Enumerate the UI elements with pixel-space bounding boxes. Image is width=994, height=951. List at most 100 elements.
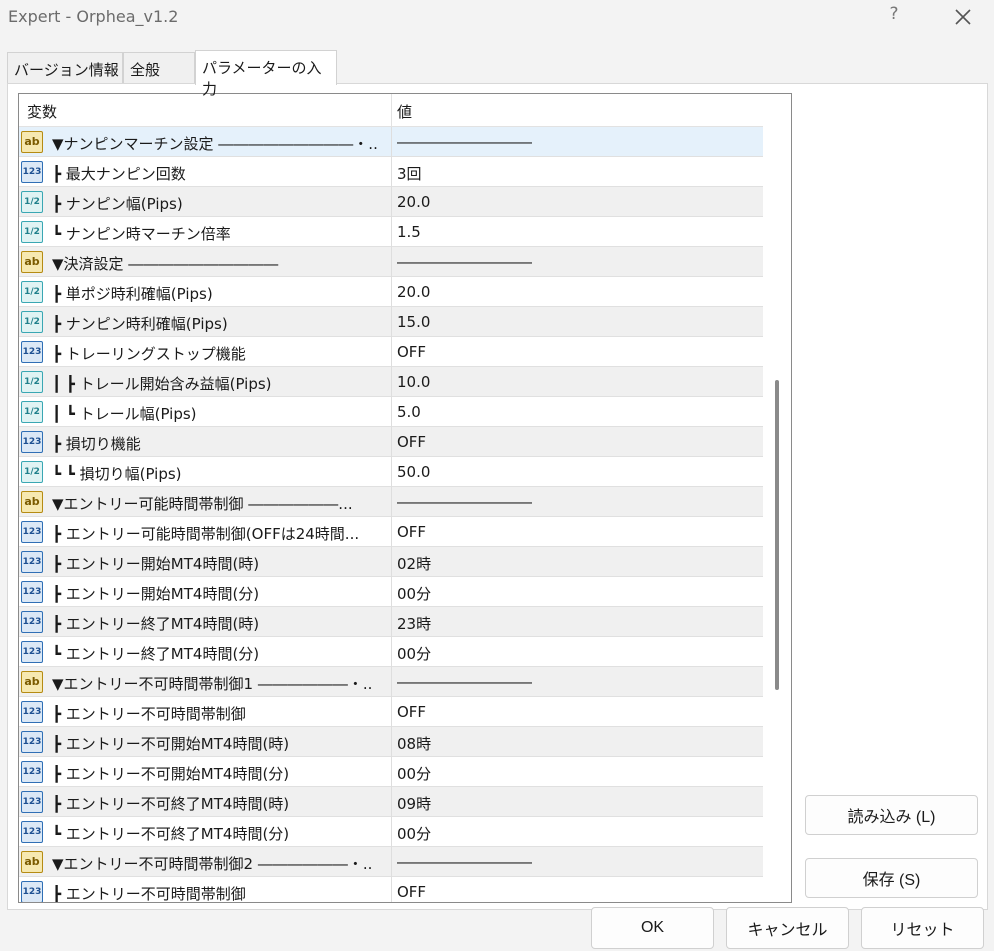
integer-icon: 123 [21, 761, 43, 783]
cell-divider [391, 727, 392, 757]
parameter-value[interactable]: OFF [397, 703, 426, 721]
load-button[interactable]: 読み込み (L) [805, 795, 978, 835]
parameter-name: ┣ エントリー開始MT4時間(分) [52, 585, 260, 603]
table-row[interactable]: ab ▼エントリー可能時間帯制御 ――――――... ――――――――― [19, 487, 763, 517]
save-button[interactable]: 保存 (S) [805, 858, 978, 898]
tab-input-parameters[interactable]: パラメーターの入力 [195, 50, 337, 98]
parameter-value[interactable]: 00分 [397, 823, 431, 844]
column-header-variable[interactable]: 変数 [27, 101, 57, 122]
tab-general[interactable]: 全般 [123, 52, 195, 84]
integer-icon: 123 [21, 581, 43, 603]
table-row[interactable]: 1/2 ┃ ┗ トレール幅(Pips) 5.0 [19, 397, 763, 427]
close-icon[interactable] [948, 2, 978, 32]
parameter-value[interactable]: 00分 [397, 583, 431, 604]
parameter-value[interactable]: 20.0 [397, 193, 430, 211]
window-title: Expert - Orphea_v1.2 [8, 7, 179, 26]
ok-button[interactable]: OK [591, 907, 714, 949]
parameter-value[interactable]: OFF [397, 523, 426, 541]
column-separator[interactable] [391, 94, 392, 127]
cell-divider [391, 817, 392, 847]
parameter-value[interactable]: 00分 [397, 643, 431, 664]
integer-icon: 123 [21, 161, 43, 183]
parameter-value[interactable]: 08時 [397, 733, 431, 754]
table-row[interactable]: 123 ┣ エントリー開始MT4時間(分) 00分 [19, 577, 763, 607]
table-row[interactable]: 123 ┣ エントリー開始MT4時間(時) 02時 [19, 547, 763, 577]
parameter-name: ┃ ┣ トレール開始含み益幅(Pips) [52, 375, 272, 393]
integer-icon: 123 [21, 551, 43, 573]
column-header-value[interactable]: 値 [397, 101, 412, 122]
cell-divider [391, 487, 392, 517]
table-row[interactable]: 1/2 ┣ ナンピン幅(Pips) 20.0 [19, 187, 763, 217]
parameter-name: ┗ ナンピン時マーチン倍率 [52, 225, 231, 243]
grid-header: 変数 値 [19, 94, 763, 127]
parameter-value[interactable]: ――――――――― [397, 853, 532, 871]
integer-icon: 123 [21, 641, 43, 663]
vertical-scrollbar[interactable] [763, 94, 791, 902]
parameter-value[interactable]: ――――――――― [397, 133, 532, 151]
tab-version-info[interactable]: バージョン情報 [7, 52, 123, 84]
parameter-value[interactable]: 10.0 [397, 373, 430, 391]
table-row[interactable]: 123 ┣ 最大ナンピン回数 3回 [19, 157, 763, 187]
cancel-button[interactable]: キャンセル [726, 907, 849, 949]
cell-divider [391, 847, 392, 877]
parameter-name: ┗ エントリー不可終了MT4時間(分) [52, 825, 290, 843]
integer-icon: 123 [21, 701, 43, 723]
table-row[interactable]: 123 ┣ エントリー不可時間帯制御 OFF [19, 877, 763, 902]
table-row[interactable]: 1/2 ┣ ナンピン時利確幅(Pips) 15.0 [19, 307, 763, 337]
parameter-value[interactable]: 15.0 [397, 313, 430, 331]
table-row[interactable]: 123 ┣ エントリー不可時間帯制御 OFF [19, 697, 763, 727]
parameter-grid: 変数 値 ab ▼ナンピンマーチン設定 ―――――――――・.. ―――――――――… [18, 93, 792, 903]
parameter-value[interactable]: ――――――――― [397, 493, 532, 511]
parameter-value[interactable]: 09時 [397, 793, 431, 814]
table-row[interactable]: 1/2 ┣ 単ポジ時利確幅(Pips) 20.0 [19, 277, 763, 307]
table-row[interactable]: 123 ┣ エントリー不可終了MT4時間(時) 09時 [19, 787, 763, 817]
cell-divider [391, 277, 392, 307]
cell-divider [391, 577, 392, 607]
table-row[interactable]: 123 ┣ トレーリングストップ機能 OFF [19, 337, 763, 367]
parameter-value[interactable]: 50.0 [397, 463, 430, 481]
cell-divider [391, 127, 392, 157]
table-row[interactable]: 1/2 ┗ ナンピン時マーチン倍率 1.5 [19, 217, 763, 247]
parameter-name: ┣ ナンピン幅(Pips) [52, 195, 183, 213]
table-row[interactable]: 123 ┣ エントリー不可開始MT4時間(分) 00分 [19, 757, 763, 787]
parameter-name: ▼エントリー不可時間帯制御1 ――――――・.. [52, 675, 373, 693]
parameter-value[interactable]: ――――――――― [397, 253, 532, 271]
table-row[interactable]: ab ▼エントリー不可時間帯制御1 ――――――・.. ――――――――― [19, 667, 763, 697]
parameter-value[interactable]: 3回 [397, 163, 422, 184]
parameter-name: ┣ エントリー開始MT4時間(時) [52, 555, 260, 573]
string-icon: ab [21, 671, 43, 693]
parameter-value[interactable]: 00分 [397, 763, 431, 784]
integer-icon: 123 [21, 731, 43, 753]
cell-divider [391, 787, 392, 817]
cell-divider [391, 877, 392, 902]
parameter-name: ┗ エントリー終了MT4時間(分) [52, 645, 260, 663]
parameter-value[interactable]: 20.0 [397, 283, 430, 301]
table-row[interactable]: ab ▼ナンピンマーチン設定 ―――――――――・.. ――――――――― [19, 127, 763, 157]
reset-button[interactable]: リセット [861, 907, 984, 949]
table-row[interactable]: 123 ┣ エントリー終了MT4時間(時) 23時 [19, 607, 763, 637]
parameter-value[interactable]: 23時 [397, 613, 431, 634]
table-row[interactable]: 123 ┣ エントリー不可開始MT4時間(時) 08時 [19, 727, 763, 757]
parameter-value[interactable]: OFF [397, 343, 426, 361]
parameter-name: ┣ エントリー不可終了MT4時間(時) [52, 795, 290, 813]
table-row[interactable]: 123 ┣ 損切り機能 OFF [19, 427, 763, 457]
string-icon: ab [21, 851, 43, 873]
help-icon[interactable]: ? [884, 4, 904, 28]
table-row[interactable]: 123 ┣ エントリー可能時間帯制御(OFFは24時間... OFF [19, 517, 763, 547]
table-row[interactable]: ab ▼エントリー不可時間帯制御2 ――――――・.. ――――――――― [19, 847, 763, 877]
parameter-value[interactable]: 1.5 [397, 223, 421, 241]
table-row[interactable]: 1/2 ┃ ┣ トレール開始含み益幅(Pips) 10.0 [19, 367, 763, 397]
parameter-value[interactable]: OFF [397, 883, 426, 901]
parameter-value[interactable]: 02時 [397, 553, 431, 574]
table-row[interactable]: 123 ┗ エントリー不可終了MT4時間(分) 00分 [19, 817, 763, 847]
cell-divider [391, 667, 392, 697]
parameter-value[interactable]: 5.0 [397, 403, 421, 421]
parameter-value[interactable]: ――――――――― [397, 673, 532, 691]
cell-divider [391, 307, 392, 337]
parameter-value[interactable]: OFF [397, 433, 426, 451]
table-row[interactable]: 1/2 ┗ ┗ 損切り幅(Pips) 50.0 [19, 457, 763, 487]
table-row[interactable]: 123 ┗ エントリー終了MT4時間(分) 00分 [19, 637, 763, 667]
table-row[interactable]: ab ▼決済設定 ―――――――――― ――――――――― [19, 247, 763, 277]
scrollbar-thumb[interactable] [775, 380, 779, 690]
parameter-name: ┣ エントリー不可開始MT4時間(分) [52, 765, 290, 783]
